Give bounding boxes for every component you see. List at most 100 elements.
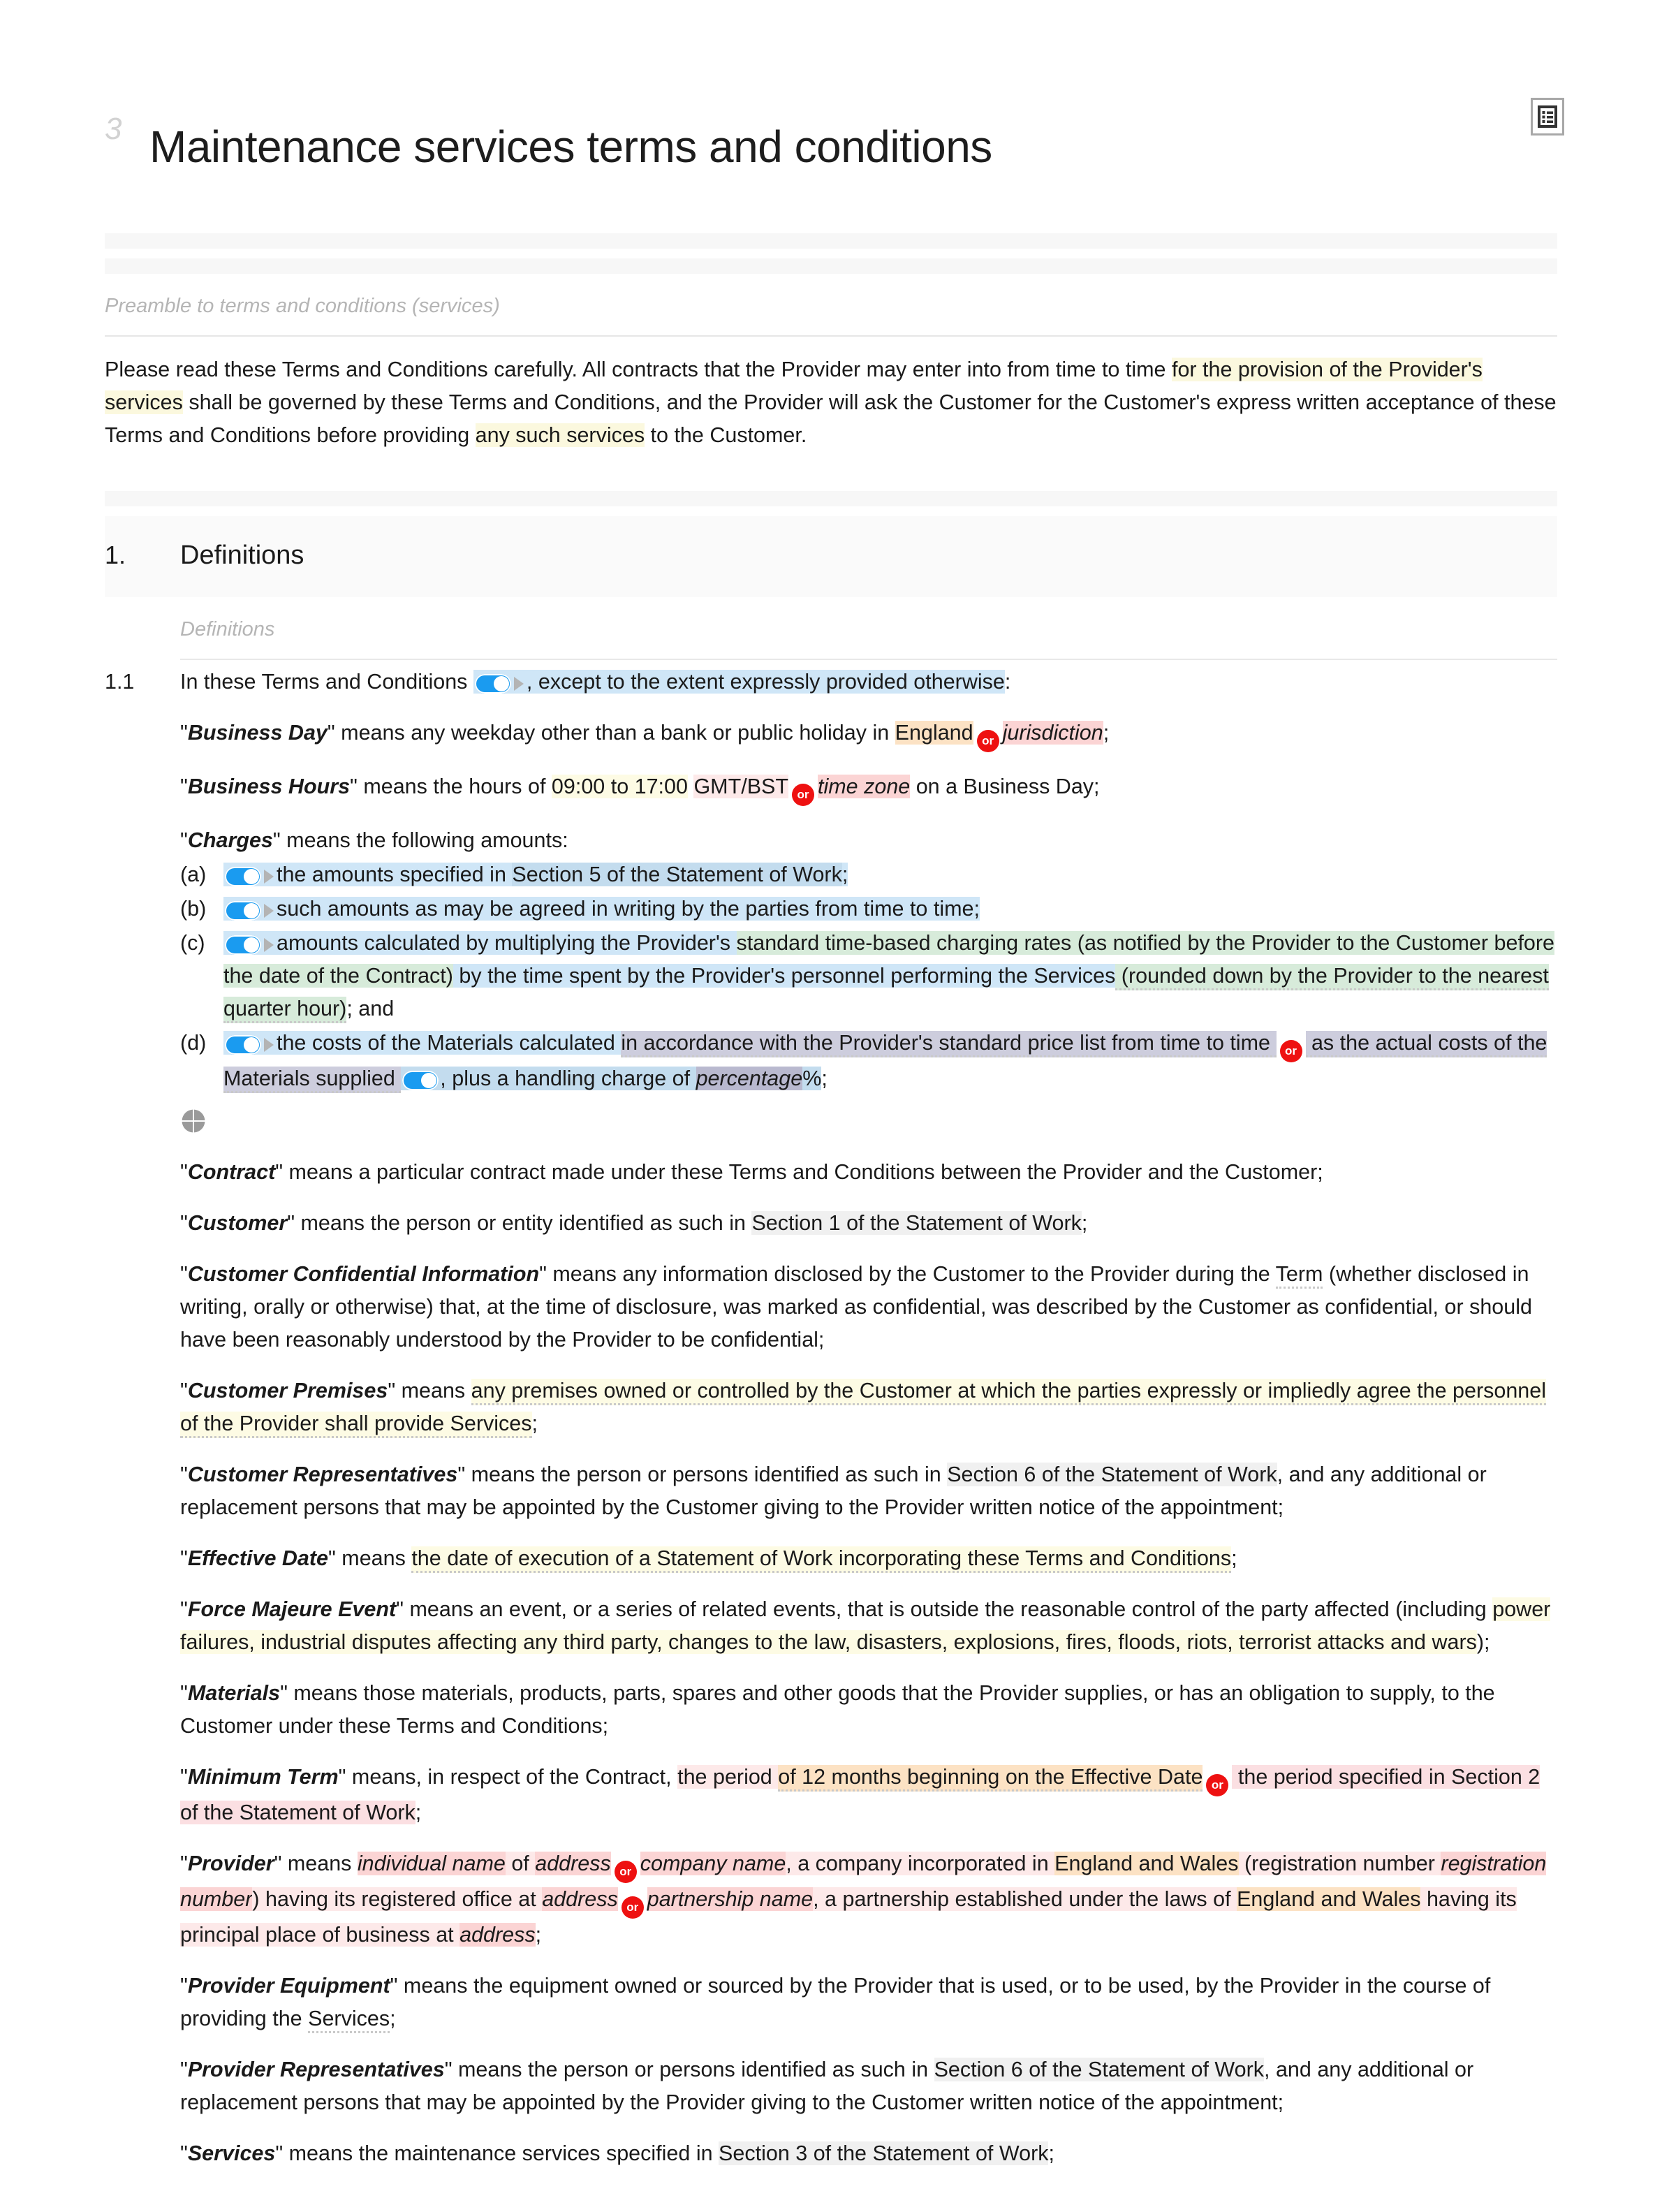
placeholder-address-3[interactable]: address — [459, 1922, 536, 1947]
highlight-minimum-term-period: of 12 months beginning on the Effective … — [778, 1764, 1203, 1792]
charges-d-percent-sign: % — [802, 1066, 822, 1090]
highlight-section-ref: Section 6 of the Statement of Work — [947, 1462, 1277, 1486]
toggle-switch[interactable] — [225, 1034, 261, 1055]
definition-provider: "Provider" means individual name of addr… — [180, 1851, 1547, 1947]
toggle-switch[interactable] — [225, 866, 261, 886]
definition-text-2: ; — [1103, 720, 1110, 745]
definition-text-1: " means the person or persons identified… — [457, 1462, 948, 1486]
toggle-switch[interactable] — [402, 1070, 439, 1090]
definition-text-1: " means — [388, 1378, 471, 1402]
document-list-icon[interactable] — [1531, 98, 1564, 135]
definition-term: Customer — [187, 1210, 288, 1235]
definition-term: Materials — [187, 1680, 281, 1705]
charges-b-text: such amounts as may be agreed in writing… — [277, 896, 980, 921]
preamble-text-2: shall be governed by these Terms and Con… — [105, 390, 1557, 447]
quadrant-circle-icon-wrap — [180, 1095, 1557, 1138]
definition-text-1: " means an event, or a series of related… — [396, 1597, 1493, 1621]
highlight-timezone-default: GMT/BST — [693, 774, 789, 798]
clause-text-3: : — [1004, 669, 1011, 694]
definition-force-majeure-event: "Force Majeure Event" means an event, or… — [180, 1597, 1551, 1654]
preamble-text-1: Please read these Terms and Conditions c… — [105, 357, 1172, 381]
or-badge[interactable]: or — [792, 783, 815, 806]
definitions-divider — [180, 658, 1557, 660]
preamble-text-3: to the Customer. — [645, 423, 807, 447]
list-item: (c) amounts calculated by multiplying th… — [180, 925, 1557, 1025]
definition-text-7: ; — [535, 1922, 542, 1947]
definition-term: Effective Date — [187, 1546, 328, 1570]
definition-charges: "Charges" means the following amounts: — [180, 828, 568, 852]
document-header: 3 Maintenance services terms and conditi… — [0, 0, 1662, 204]
expand-triangle-icon[interactable] — [264, 937, 274, 952]
charges-d-semicolon: ; — [821, 1066, 828, 1090]
definition-provider-representatives: "Provider Representatives" means the per… — [180, 2057, 1474, 2114]
placeholder-individual-name[interactable]: individual name — [357, 1851, 506, 1875]
dotted-term-ref: Term — [1275, 1261, 1323, 1289]
dotted-term-ref: Services — [308, 2006, 390, 2033]
charges-d-highlight-lav: in accordance with the Provider's standa… — [621, 1030, 1277, 1057]
definition-customer-confidential-information: "Customer Confidential Information" mean… — [180, 1261, 1532, 1352]
charges-b-wrap: such amounts as may be agreed in writing… — [223, 896, 980, 921]
preamble-body: Please read these Terms and Conditions c… — [0, 337, 1662, 452]
document-page: 3 Maintenance services terms and conditi… — [0, 0, 1662, 2212]
charges-a-text: the amounts specified in — [277, 862, 513, 886]
definition-text-5: , a partnership established under the la… — [813, 1887, 1237, 1911]
quadrant-circle-icon[interactable] — [180, 1108, 207, 1134]
clause-1-1-paragraph: In these Terms and Conditions , except t… — [180, 666, 1557, 698]
highlight-england: England — [895, 720, 973, 745]
placeholder-percentage[interactable]: percentage — [696, 1066, 803, 1090]
definition-text-3: (registration number — [1238, 1851, 1441, 1875]
definition-term: Customer Premises — [187, 1378, 388, 1402]
placeholder-company-name[interactable]: company name — [640, 1851, 786, 1875]
definition-text-2: ; — [415, 1800, 422, 1824]
definition-customer: "Customer" means the person or entity id… — [180, 1210, 1088, 1235]
placeholder-address-1[interactable]: address — [535, 1851, 611, 1875]
placeholder-time-zone[interactable]: time zone — [818, 774, 911, 798]
expand-triangle-icon[interactable] — [513, 676, 524, 691]
or-badge[interactable]: or — [621, 1896, 644, 1919]
definition-text-1: " means the hours of — [350, 774, 552, 798]
definition-text: " means a particular contract made under… — [275, 1159, 1323, 1184]
toggle-switch[interactable] — [225, 900, 261, 921]
preamble-paragraph: Please read these Terms and Conditions c… — [105, 337, 1557, 452]
section-band-gap — [105, 506, 1557, 516]
section-band-upper — [105, 490, 1557, 506]
or-badge[interactable]: or — [976, 729, 999, 752]
definition-services: "Services" means the maintenance service… — [180, 2141, 1054, 2165]
or-badge[interactable]: or — [614, 1860, 637, 1883]
definition-text: " means those materials, products, parts… — [180, 1680, 1495, 1738]
definition-customer-premises: "Customer Premises" means any premises o… — [180, 1356, 1557, 1440]
definition-text-2: ; — [1081, 1210, 1088, 1235]
page-title: Maintenance services terms and condition… — [149, 121, 992, 172]
header-band-lower — [105, 258, 1557, 274]
definition-term: Contract — [187, 1159, 276, 1184]
placeholder-partnership-name[interactable]: partnership name — [647, 1887, 814, 1911]
definition-business-day: "Business Day" means any weekday other t… — [180, 698, 1557, 752]
definition-text-2: ; — [1231, 1546, 1237, 1570]
placeholder-address-2[interactable]: address — [542, 1887, 618, 1911]
clause-body: In these Terms and Conditions , except t… — [180, 666, 1557, 698]
toggle-switch[interactable] — [225, 935, 261, 955]
definitions-label: Definitions — [180, 617, 275, 640]
definition-term: Business Hours — [187, 774, 351, 798]
definition-term: Force Majeure Event — [187, 1597, 397, 1621]
charges-a-wrap: the amounts specified in Section 5 of th… — [223, 862, 848, 886]
definitions-label-wrap: Definitions — [0, 597, 1662, 659]
header-band-gap — [105, 248, 1557, 258]
expand-triangle-icon[interactable] — [264, 903, 274, 918]
charges-list: (a) the amounts specified in Section 5 o… — [180, 857, 1557, 1095]
toggle-switch[interactable] — [474, 673, 511, 694]
charges-c-highlight-blue: by the time spent by the Provider's pers… — [453, 963, 1116, 988]
highlight-section-ref: Section 1 of the Statement of Work — [751, 1210, 1082, 1235]
definition-text-2: ; — [531, 1411, 538, 1435]
or-badge[interactable]: or — [1206, 1773, 1229, 1796]
expand-triangle-icon[interactable] — [264, 1037, 274, 1052]
expand-triangle-icon[interactable] — [264, 869, 274, 884]
or-badge[interactable]: or — [1279, 1039, 1302, 1062]
clause-text-1: In these Terms and Conditions — [180, 669, 473, 694]
definition-term: Services — [187, 2141, 276, 2165]
definition-text-1: " means any information disclosed by the… — [539, 1261, 1276, 1286]
list-marker: (d) — [180, 1030, 207, 1055]
placeholder-jurisdiction[interactable]: jurisdiction — [1002, 720, 1103, 745]
highlight-effective-date: the date of execution of a Statement of … — [411, 1546, 1232, 1573]
definition-effective-date: "Effective Date" means the date of execu… — [180, 1524, 1557, 1575]
